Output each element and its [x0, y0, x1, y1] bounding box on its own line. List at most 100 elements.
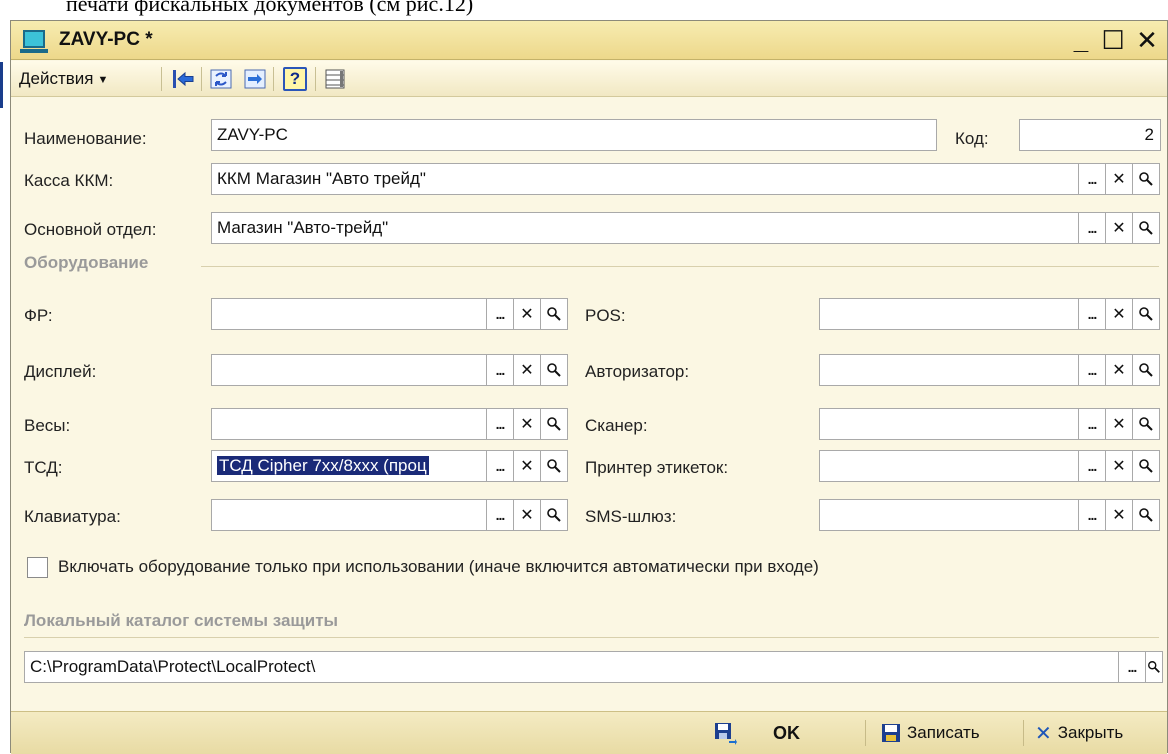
maximize-button[interactable]: ☐ — [1097, 23, 1129, 57]
dept-select-button[interactable]: ... — [1078, 212, 1106, 244]
magnifier-icon — [1148, 661, 1160, 673]
magnifier-icon — [1139, 307, 1153, 321]
equipment-select-button[interactable]: ... — [486, 298, 514, 330]
equipment-search-button[interactable] — [540, 499, 568, 531]
equipment-clear-button[interactable]: ✕ — [513, 408, 541, 440]
equipment-clear-button[interactable]: ✕ — [513, 499, 541, 531]
magnifier-icon — [1139, 363, 1153, 377]
document-text: печати фискальных документов (см рис.12) — [66, 0, 474, 16]
equipment-label: Сканер: — [585, 416, 648, 435]
equipment-field[interactable] — [819, 499, 1079, 531]
footer-bar: OK Записать ✕ Закрыть — [11, 711, 1167, 754]
title-bar[interactable]: ZAVY-PC * _ ☐ ✕ — [11, 21, 1167, 60]
equipment-select-button[interactable]: ... — [486, 450, 514, 482]
footer-separator — [865, 720, 866, 746]
equipment-field[interactable] — [819, 354, 1079, 386]
equipment-clear-button[interactable]: ✕ — [1105, 408, 1133, 440]
refresh-icon[interactable] — [209, 67, 233, 91]
equipment-field[interactable] — [211, 499, 487, 531]
transfer-icon[interactable] — [243, 67, 267, 91]
magnifier-icon — [1139, 459, 1153, 473]
equipment-search-button[interactable] — [1132, 408, 1160, 440]
code-field[interactable]: 2 — [1019, 119, 1161, 151]
magnifier-icon — [547, 508, 561, 522]
protection-section-title: Локальный каталог системы защиты — [24, 611, 339, 630]
equipment-clear-button[interactable]: ✕ — [513, 298, 541, 330]
equipment-search-button[interactable] — [1132, 499, 1160, 531]
ok-button[interactable]: OK — [713, 712, 800, 754]
name-label: Наименование: — [24, 129, 147, 148]
equipment-on-demand-checkbox[interactable] — [27, 557, 48, 578]
floppy-disk-icon — [882, 724, 900, 742]
kassa-select-button[interactable]: ... — [1078, 163, 1106, 195]
magnifier-icon — [547, 363, 561, 377]
close-button[interactable]: ✕ Закрыть — [1035, 712, 1123, 754]
actions-menu[interactable]: Действия ▼ — [19, 69, 108, 89]
equipment-label: ТСД: — [24, 458, 63, 477]
protection-select-button[interactable]: ... — [1118, 651, 1146, 683]
equipment-search-button[interactable] — [1132, 354, 1160, 386]
kassa-field[interactable]: ККМ Магазин "Авто трейд" — [211, 163, 1079, 195]
left-edge-marker — [0, 62, 3, 108]
help-icon[interactable]: ? — [283, 67, 307, 91]
equipment-label: Клавиатура: — [24, 507, 121, 526]
equipment-search-button[interactable] — [540, 298, 568, 330]
equipment-field[interactable] — [211, 354, 487, 386]
equipment-select-button[interactable]: ... — [486, 408, 514, 440]
toolbar: Действия ▼ ? — [11, 61, 1167, 97]
equipment-search-button[interactable] — [1132, 450, 1160, 482]
equipment-field[interactable] — [211, 298, 487, 330]
back-arrow-icon[interactable] — [171, 67, 195, 91]
equipment-field[interactable] — [819, 450, 1079, 482]
equipment-search-button[interactable] — [1132, 298, 1160, 330]
equipment-field[interactable] — [819, 298, 1079, 330]
equipment-clear-button[interactable]: ✕ — [513, 450, 541, 482]
minimize-button[interactable]: _ — [1065, 23, 1097, 57]
equipment-clear-button[interactable]: ✕ — [1105, 354, 1133, 386]
equipment-on-demand-label: Включать оборудование только при использ… — [58, 557, 819, 576]
kassa-clear-button[interactable]: ✕ — [1105, 163, 1133, 195]
toolbar-separator — [161, 67, 162, 91]
section-divider — [24, 637, 1159, 638]
magnifier-icon — [1139, 508, 1153, 522]
actions-label: Действия — [19, 69, 94, 88]
toolbar-separator — [201, 67, 202, 91]
equipment-field[interactable]: ТСД Cipher 7xx/8xxx (проц — [211, 450, 487, 482]
equipment-clear-button[interactable]: ✕ — [1105, 499, 1133, 531]
write-button[interactable]: Записать — [881, 712, 980, 754]
equipment-select-button[interactable]: ... — [1078, 450, 1106, 482]
magnifier-icon — [1139, 417, 1153, 431]
dept-field[interactable]: Магазин "Авто-трейд" — [211, 212, 1079, 244]
equipment-select-button[interactable]: ... — [1078, 408, 1106, 440]
dept-search-button[interactable] — [1132, 212, 1160, 244]
workstation-window: ZAVY-PC * _ ☐ ✕ Действия ▼ ? Наименовани… — [10, 20, 1168, 754]
list-view-icon[interactable] — [323, 67, 347, 91]
equipment-select-button[interactable]: ... — [486, 354, 514, 386]
equipment-clear-button[interactable]: ✕ — [513, 354, 541, 386]
equipment-search-button[interactable] — [540, 450, 568, 482]
magnifier-icon — [1139, 221, 1153, 235]
dept-clear-button[interactable]: ✕ — [1105, 212, 1133, 244]
equipment-select-button[interactable]: ... — [1078, 354, 1106, 386]
protection-search-button[interactable] — [1145, 651, 1163, 683]
name-field[interactable]: ZAVY-PC — [211, 119, 937, 151]
equipment-select-button[interactable]: ... — [1078, 499, 1106, 531]
equipment-label: Дисплей: — [24, 362, 97, 381]
equipment-search-button[interactable] — [540, 354, 568, 386]
equipment-select-button[interactable]: ... — [1078, 298, 1106, 330]
close-window-button[interactable]: ✕ — [1131, 23, 1163, 57]
equipment-label: ФР: — [24, 306, 53, 325]
protection-path-field[interactable]: C:\ProgramData\Protect\LocalProtect\ — [24, 651, 1119, 683]
magnifier-icon — [547, 307, 561, 321]
equipment-field[interactable] — [819, 408, 1079, 440]
monitor-icon — [20, 30, 48, 53]
kassa-label: Касса ККМ: — [24, 171, 114, 190]
equipment-field[interactable] — [211, 408, 487, 440]
equipment-clear-button[interactable]: ✕ — [1105, 298, 1133, 330]
kassa-search-button[interactable] — [1132, 163, 1160, 195]
selected-value: ТСД Cipher 7xx/8xxx (проц — [216, 455, 430, 476]
equipment-select-button[interactable]: ... — [486, 499, 514, 531]
equipment-clear-button[interactable]: ✕ — [1105, 450, 1133, 482]
magnifier-icon — [547, 459, 561, 473]
equipment-search-button[interactable] — [540, 408, 568, 440]
